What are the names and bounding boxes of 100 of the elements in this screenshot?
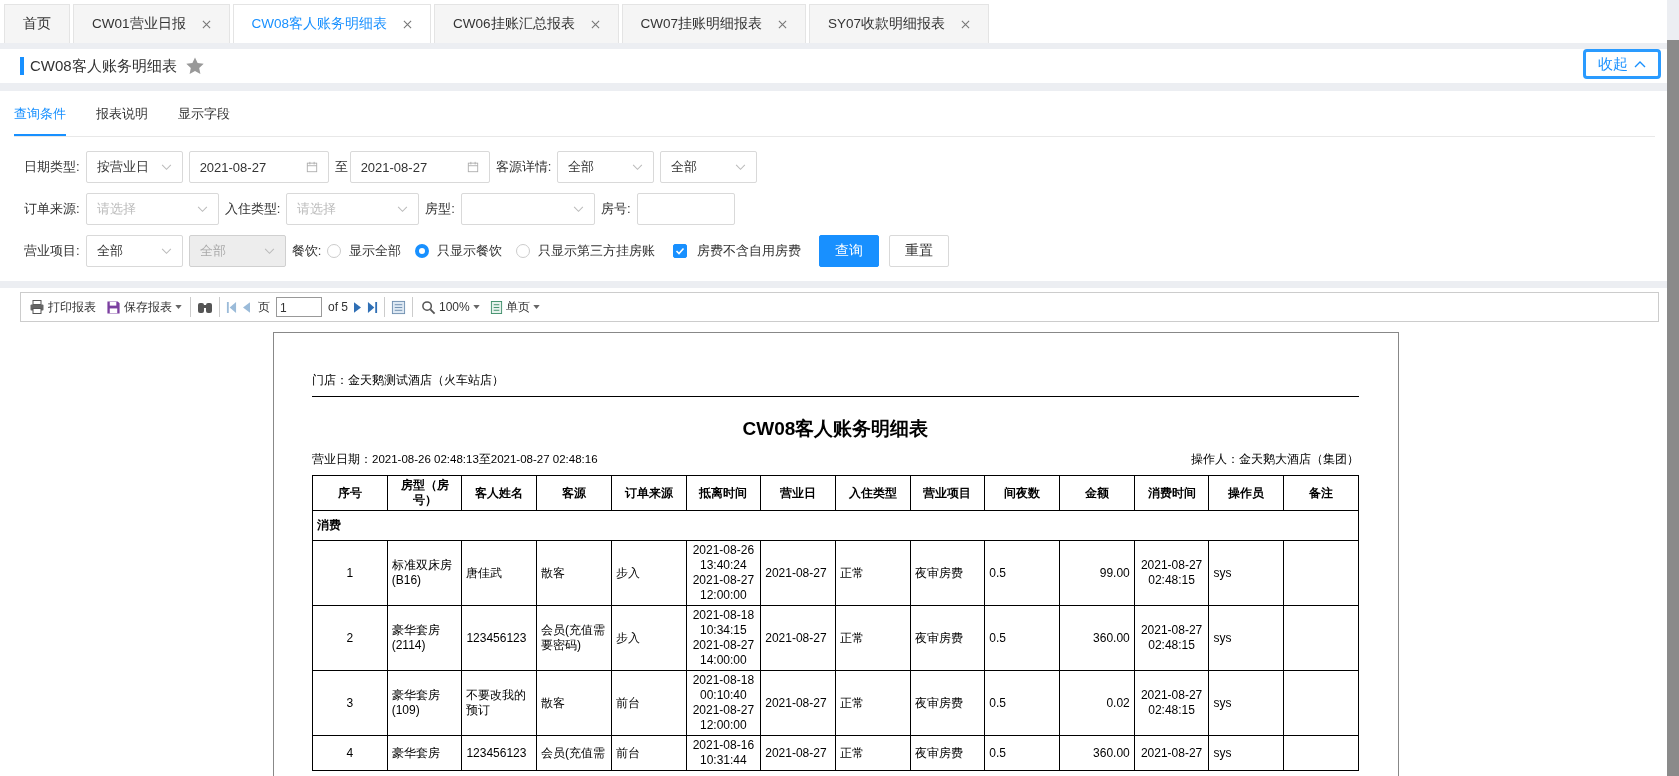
- accent-bar: [20, 57, 24, 75]
- table-cell: 正常: [835, 670, 911, 736]
- chevron-down-icon: [632, 163, 644, 171]
- print-button[interactable]: 打印报表: [27, 298, 98, 316]
- radio-circle[interactable]: [415, 244, 430, 258]
- table-cell: 标准双床房(B16): [387, 540, 462, 606]
- input-field[interactable]: [636, 193, 735, 225]
- close-icon[interactable]: [961, 19, 971, 29]
- calendar-icon: [466, 161, 479, 173]
- table-cell: 2021-08-27: [760, 605, 836, 671]
- table-cell: 0.5: [984, 670, 1060, 736]
- scrollbar[interactable]: [1667, 40, 1679, 776]
- select-field[interactable]: 全部: [557, 151, 655, 183]
- select-field[interactable]: 按营业日: [85, 151, 183, 183]
- table-cell: 夜审房费: [910, 735, 985, 771]
- previous-page-icon[interactable]: [243, 301, 250, 313]
- last-page-icon[interactable]: [367, 300, 378, 314]
- close-icon[interactable]: [778, 19, 788, 29]
- tab[interactable]: CW07挂账明细报表: [621, 4, 807, 43]
- date-field[interactable]: 2021-08-27: [349, 151, 490, 183]
- column-header: 客源: [536, 475, 612, 511]
- chevron-down-icon: [160, 247, 172, 255]
- table-cell: 2021-08-26 13:40:24 2021-08-27 12:00:00: [686, 540, 761, 606]
- column-header: 入住类型: [835, 475, 911, 511]
- column-header: 房型（房号）: [387, 475, 462, 511]
- table-cell: 2021-08-27 02:48:15: [1134, 540, 1209, 606]
- table-cell: 0.5: [984, 605, 1060, 671]
- table-cell: 会员(充值需: [536, 735, 612, 771]
- dropdown-caret-icon: [472, 305, 480, 309]
- first-page-icon[interactable]: [226, 300, 237, 314]
- query-button[interactable]: 重置: [889, 235, 950, 267]
- sub-tab[interactable]: 显示字段: [178, 91, 230, 136]
- chevron-down-icon: [572, 205, 584, 213]
- select-field[interactable]: 全部: [660, 151, 758, 183]
- caret-up-icon: [1634, 60, 1646, 68]
- view-mode-button[interactable]: 单页: [487, 298, 542, 316]
- next-page-icon[interactable]: [354, 301, 361, 313]
- table-cell: 2021-08-27: [1134, 735, 1209, 771]
- radio-option[interactable]: 只显示第三方挂房账: [516, 242, 656, 260]
- checkbox[interactable]: [673, 244, 688, 258]
- table-cell: 正常: [835, 605, 911, 671]
- table-cell: 1: [312, 540, 388, 606]
- range-separator: 至: [334, 158, 348, 176]
- table-cell: 夜审房费: [910, 605, 985, 671]
- checkbox-label: 房费不含自用房费: [697, 242, 802, 260]
- tab[interactable]: SY07收款明细报表: [809, 4, 990, 43]
- table-cell: 2021-08-27: [760, 670, 836, 736]
- column-header: 备注: [1283, 475, 1359, 511]
- chevron-down-icon: [196, 205, 208, 213]
- column-header: 序号: [312, 475, 388, 511]
- table-cell: sys: [1208, 735, 1284, 771]
- table-cell: 正常: [835, 540, 911, 606]
- table-cell: 2: [312, 605, 388, 671]
- field-label: 房型:: [425, 200, 455, 218]
- printer-icon: [29, 299, 45, 315]
- table-cell: 唐佳武: [461, 540, 537, 606]
- column-header: 间夜数: [984, 475, 1060, 511]
- table-cell: 0.5: [984, 735, 1060, 771]
- table-cell: 2021-08-16 10:31:44: [686, 735, 761, 771]
- close-icon[interactable]: [403, 19, 413, 29]
- store-name: 门店：金天鹅测试酒店（火车站店）: [312, 373, 505, 388]
- chevron-down-icon: [735, 163, 747, 171]
- column-header: 营业项目: [910, 475, 985, 511]
- date-field[interactable]: 2021-08-27: [188, 151, 329, 183]
- table-cell: 2021-08-18 00:10:40 2021-08-27 12:00:00: [686, 670, 761, 736]
- column-header: 抵离时间: [686, 475, 761, 511]
- star-icon[interactable]: [184, 56, 205, 76]
- radio-label: 只显示餐饮: [437, 242, 503, 260]
- table-cell: 2021-08-27 02:48:15: [1134, 605, 1209, 671]
- date-range: 营业日期：2021-08-26 02:48:13至2021-08-27 02:48:16: [312, 452, 598, 467]
- table-cell: sys: [1208, 540, 1284, 606]
- column-header: 消费时间: [1134, 475, 1209, 511]
- chevron-down-icon: [397, 205, 409, 213]
- tab[interactable]: CW01营业日报: [73, 4, 230, 43]
- page-layout-icon[interactable]: [391, 299, 406, 315]
- table-cell: 正常: [835, 735, 911, 771]
- document-icon: [489, 299, 503, 315]
- radio-option[interactable]: 只显示餐饮: [415, 242, 503, 260]
- table-cell: 0.5: [984, 540, 1060, 606]
- column-header: 操作员: [1208, 475, 1284, 511]
- close-icon[interactable]: [590, 19, 600, 29]
- table-cell: 会员(充值需要密码): [536, 605, 612, 671]
- radio-label: 显示全部: [349, 242, 402, 260]
- table-cell: 前台: [611, 670, 686, 736]
- save-button[interactable]: 保存报表: [104, 298, 184, 316]
- page-count: of 5: [328, 300, 348, 314]
- zoom-button[interactable]: 100%: [419, 299, 482, 315]
- field-label: 客源详情:: [495, 158, 552, 176]
- close-icon[interactable]: [201, 19, 211, 29]
- radio-option[interactable]: 显示全部: [327, 242, 402, 260]
- page-number-field[interactable]: 1: [276, 297, 322, 317]
- report-title: CW08客人账务明细表: [741, 417, 930, 441]
- tab[interactable]: CW06挂账汇总报表: [434, 4, 619, 43]
- tab[interactable]: 首页: [4, 4, 70, 43]
- select-field[interactable]: 全部: [85, 235, 183, 267]
- sub-tab[interactable]: 报表说明: [96, 91, 148, 136]
- select-field[interactable]: [460, 193, 595, 225]
- table-cell: 夜审房费: [910, 540, 985, 606]
- column-header: 营业日: [760, 475, 836, 511]
- table-cell: 0.02: [1059, 670, 1135, 736]
